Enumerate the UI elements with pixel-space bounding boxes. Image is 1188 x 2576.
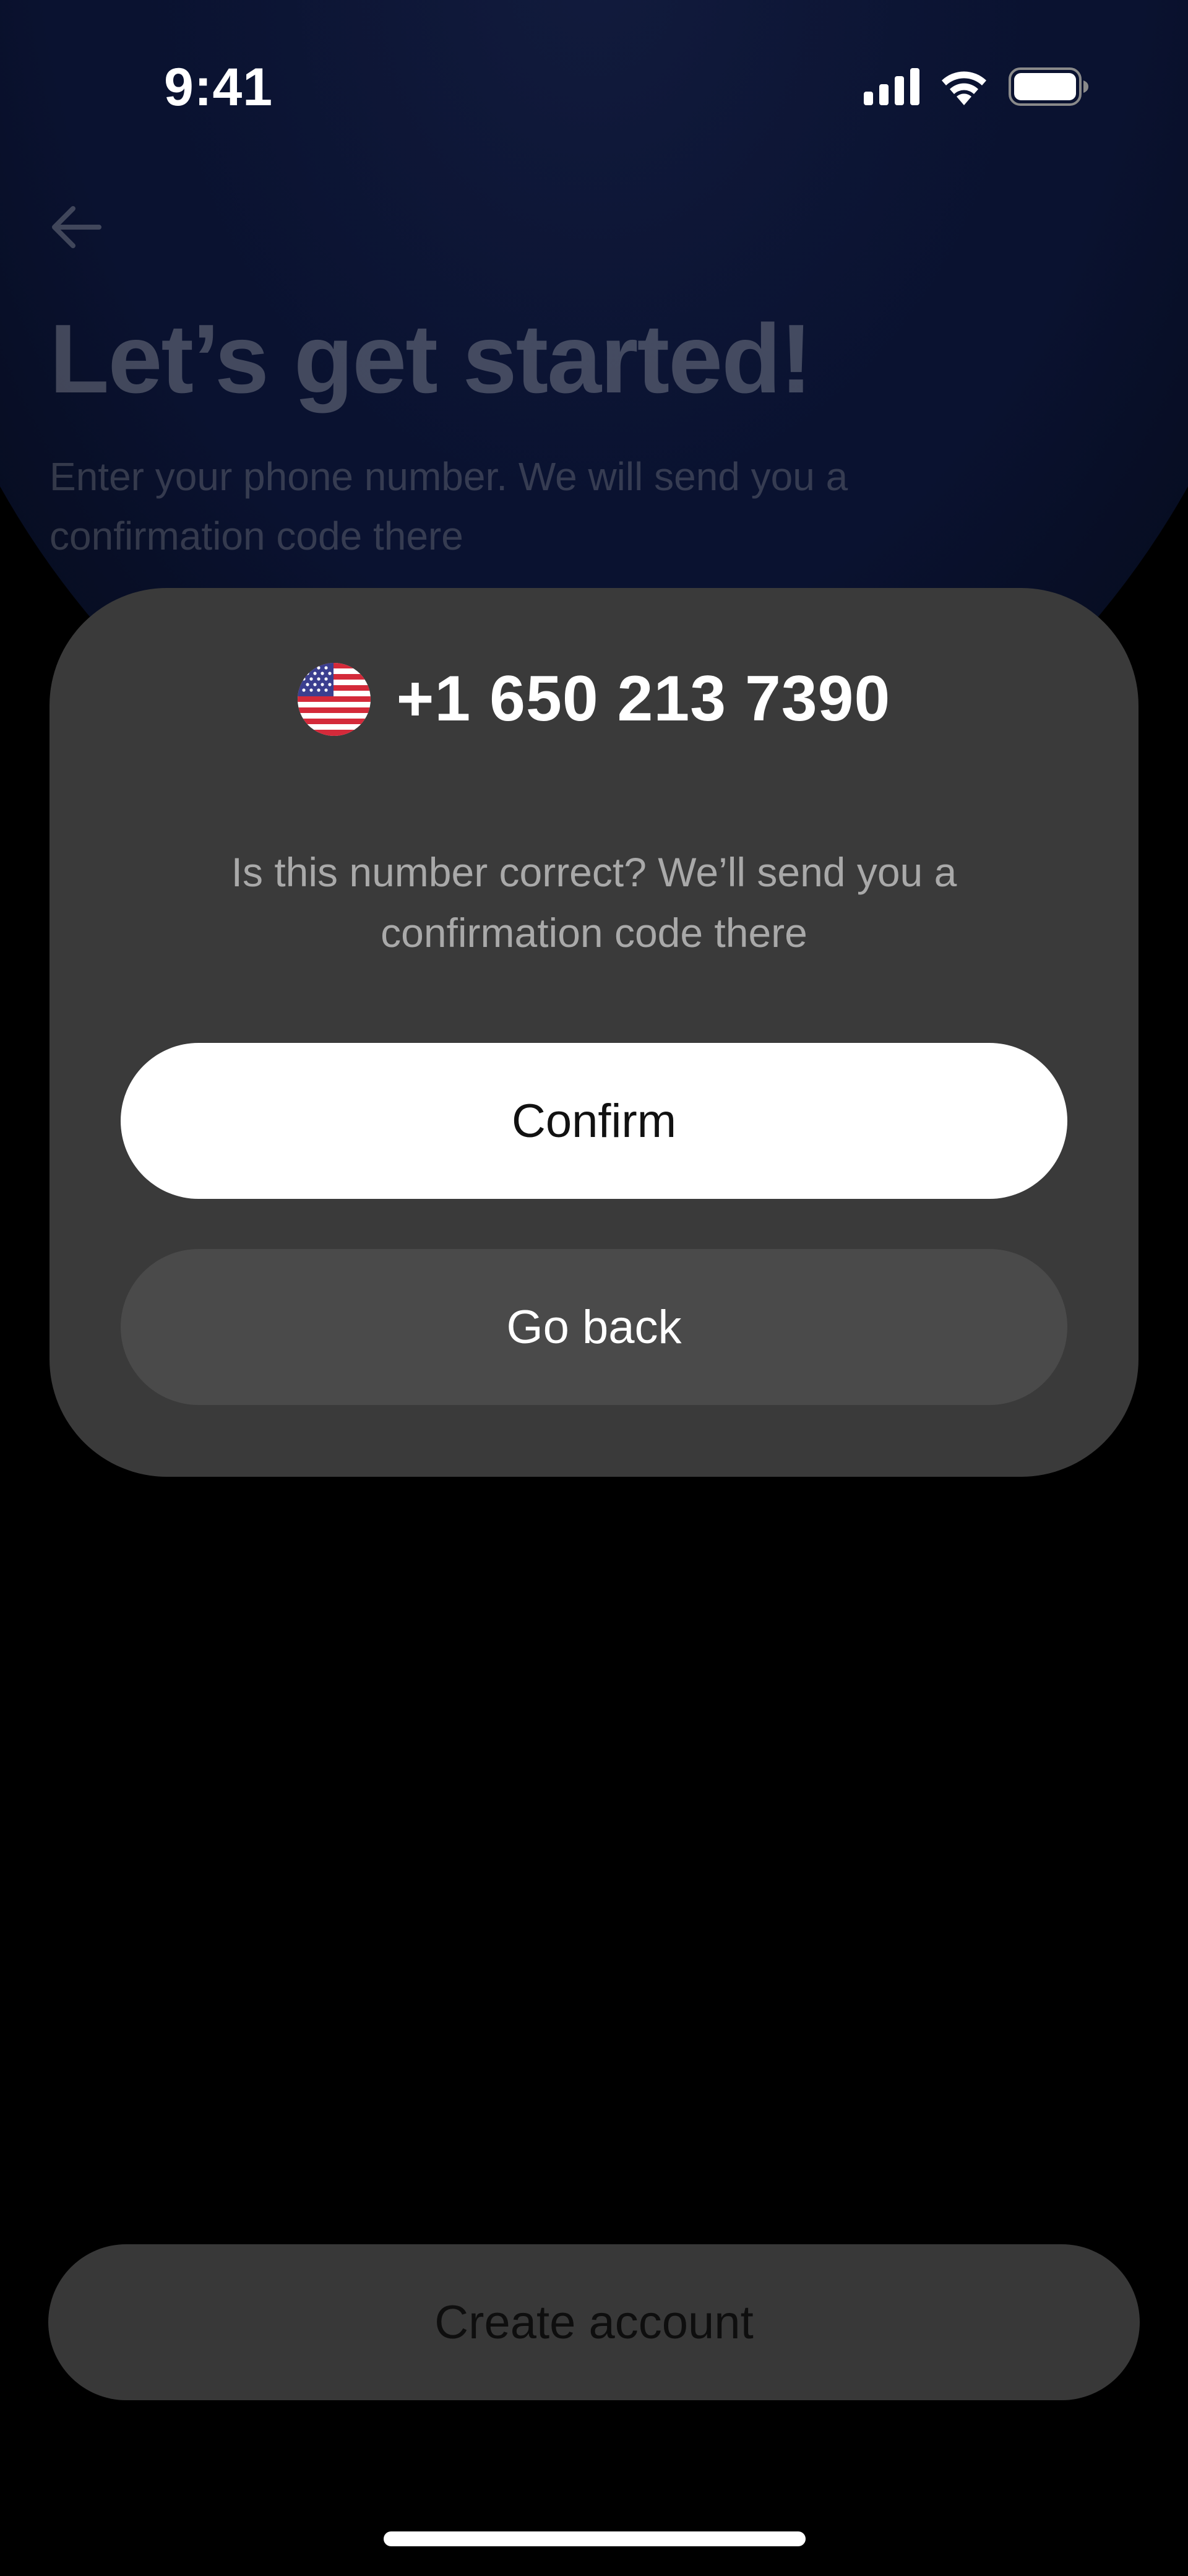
us-flag-icon bbox=[297, 662, 371, 736]
confirm-button-label: Confirm bbox=[511, 1094, 677, 1148]
phone-confirmation-screen: 9:41 Let’s get started! Enter your phone… bbox=[0, 0, 1188, 2576]
go-back-button[interactable]: Go back bbox=[121, 1249, 1067, 1405]
status-icons bbox=[864, 67, 1089, 106]
status-bar: 9:41 bbox=[0, 0, 1188, 173]
page-subtitle: Enter your phone number. We will send yo… bbox=[50, 454, 848, 558]
create-account-button[interactable]: Create account bbox=[48, 2244, 1140, 2400]
arrow-left-icon[interactable] bbox=[48, 199, 104, 255]
cellular-signal-icon bbox=[864, 68, 919, 105]
home-indicator[interactable] bbox=[384, 2531, 806, 2546]
wifi-icon bbox=[942, 71, 986, 105]
confirm-button[interactable]: Confirm bbox=[121, 1043, 1067, 1199]
status-time: 9:41 bbox=[164, 58, 273, 117]
confirm-number-dialog: +1 650 213 7390 Is this number correct? … bbox=[50, 588, 1138, 1477]
battery-icon bbox=[1009, 67, 1088, 106]
phone-number: +1 650 213 7390 bbox=[396, 663, 891, 735]
dialog-message: Is this number correct? We’ll send you a… bbox=[231, 849, 957, 956]
phone-number-row: +1 650 213 7390 bbox=[50, 662, 1138, 736]
page-title: Let’s get started! bbox=[50, 305, 812, 413]
go-back-button-label: Go back bbox=[506, 1300, 682, 1354]
create-account-button-label: Create account bbox=[434, 2296, 754, 2349]
